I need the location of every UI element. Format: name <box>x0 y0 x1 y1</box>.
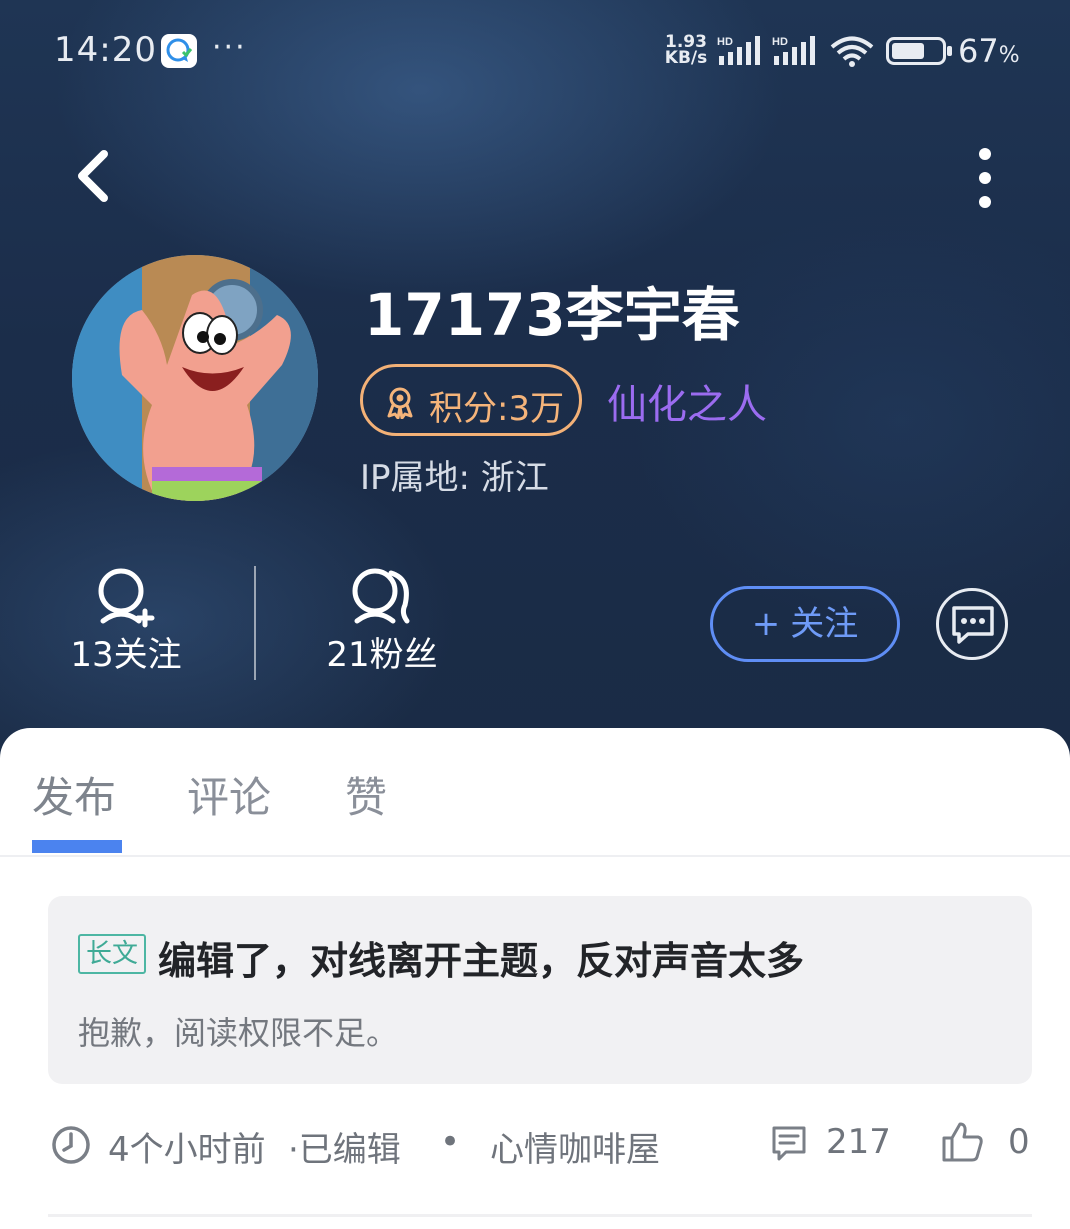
post-board[interactable]: 心情咖啡屋 <box>490 1122 660 1171</box>
svg-text:HD: HD <box>717 36 733 48</box>
message-button[interactable] <box>936 588 1008 660</box>
post-divider <box>48 1214 1032 1217</box>
following-count: 13关注 <box>70 635 182 675</box>
long-post-tag: 长文 <box>78 934 146 974</box>
avatar[interactable] <box>72 255 318 501</box>
username: 17173李宇春 <box>364 281 740 349</box>
post-edited: ·已编辑 <box>288 1130 401 1170</box>
ip-location: IP属地: 浙江 <box>360 458 549 498</box>
points-label: 积分:3万 <box>429 389 565 429</box>
chat-bubble-icon <box>952 606 994 644</box>
chevron-left-icon <box>78 150 108 202</box>
users-icon <box>352 568 410 624</box>
signal-icon: HD <box>715 34 763 70</box>
rank-title: 仙化之人 <box>607 382 767 428</box>
followers-count: 21粉丝 <box>326 635 438 675</box>
followers-stat[interactable]: 21粉丝 <box>312 565 452 676</box>
signal-icon-2: HD <box>770 34 818 70</box>
follow-label: 关注 <box>790 604 859 644</box>
comment-count: 217 <box>826 1122 891 1162</box>
points-badge[interactable]: 积分:3万 <box>360 364 582 436</box>
status-time: 14:20 <box>54 30 157 70</box>
post-card[interactable]: 长文 编辑了，对线离开主题，反对声音太多 抱歉，阅读权限不足。 <box>48 896 1032 1084</box>
like-count: 0 <box>1008 1122 1030 1162</box>
tab-posts[interactable]: 发布 <box>32 764 116 825</box>
battery-icon <box>886 37 952 65</box>
user-add-icon <box>98 568 155 628</box>
svg-text:HD: HD <box>772 36 788 48</box>
meta-separator: • <box>440 1122 461 1162</box>
battery-percent: 67% <box>958 32 1020 70</box>
back-button[interactable] <box>60 140 130 210</box>
following-stat[interactable]: 13关注 <box>56 565 196 676</box>
battery-fill <box>892 43 924 59</box>
status-more-icon: ··· <box>212 30 247 65</box>
stats-divider <box>254 566 256 680</box>
active-tab-indicator <box>32 840 122 853</box>
network-speed: 1.93 KB/s <box>664 32 708 68</box>
wifi-icon <box>830 36 874 72</box>
tab-likes[interactable]: 赞 <box>345 764 387 825</box>
medal-icon <box>387 387 413 419</box>
plus-icon: + <box>751 604 781 644</box>
clock-icon <box>52 1126 90 1164</box>
app-notification-icon <box>161 34 197 68</box>
comment-icon[interactable] <box>770 1124 808 1162</box>
post-time: 4个小时前 <box>108 1130 266 1170</box>
more-options-button[interactable] <box>960 140 1010 216</box>
tab-divider <box>0 855 1070 857</box>
post-title: 编辑了，对线离开主题，反对声音太多 <box>158 939 805 983</box>
post-body: 抱歉，阅读权限不足。 <box>78 1014 399 1052</box>
thumbs-up-icon[interactable] <box>940 1120 984 1164</box>
follow-button[interactable]: + 关注 <box>710 586 900 662</box>
more-vertical-icon <box>979 148 991 160</box>
tab-comments[interactable]: 评论 <box>187 764 271 825</box>
